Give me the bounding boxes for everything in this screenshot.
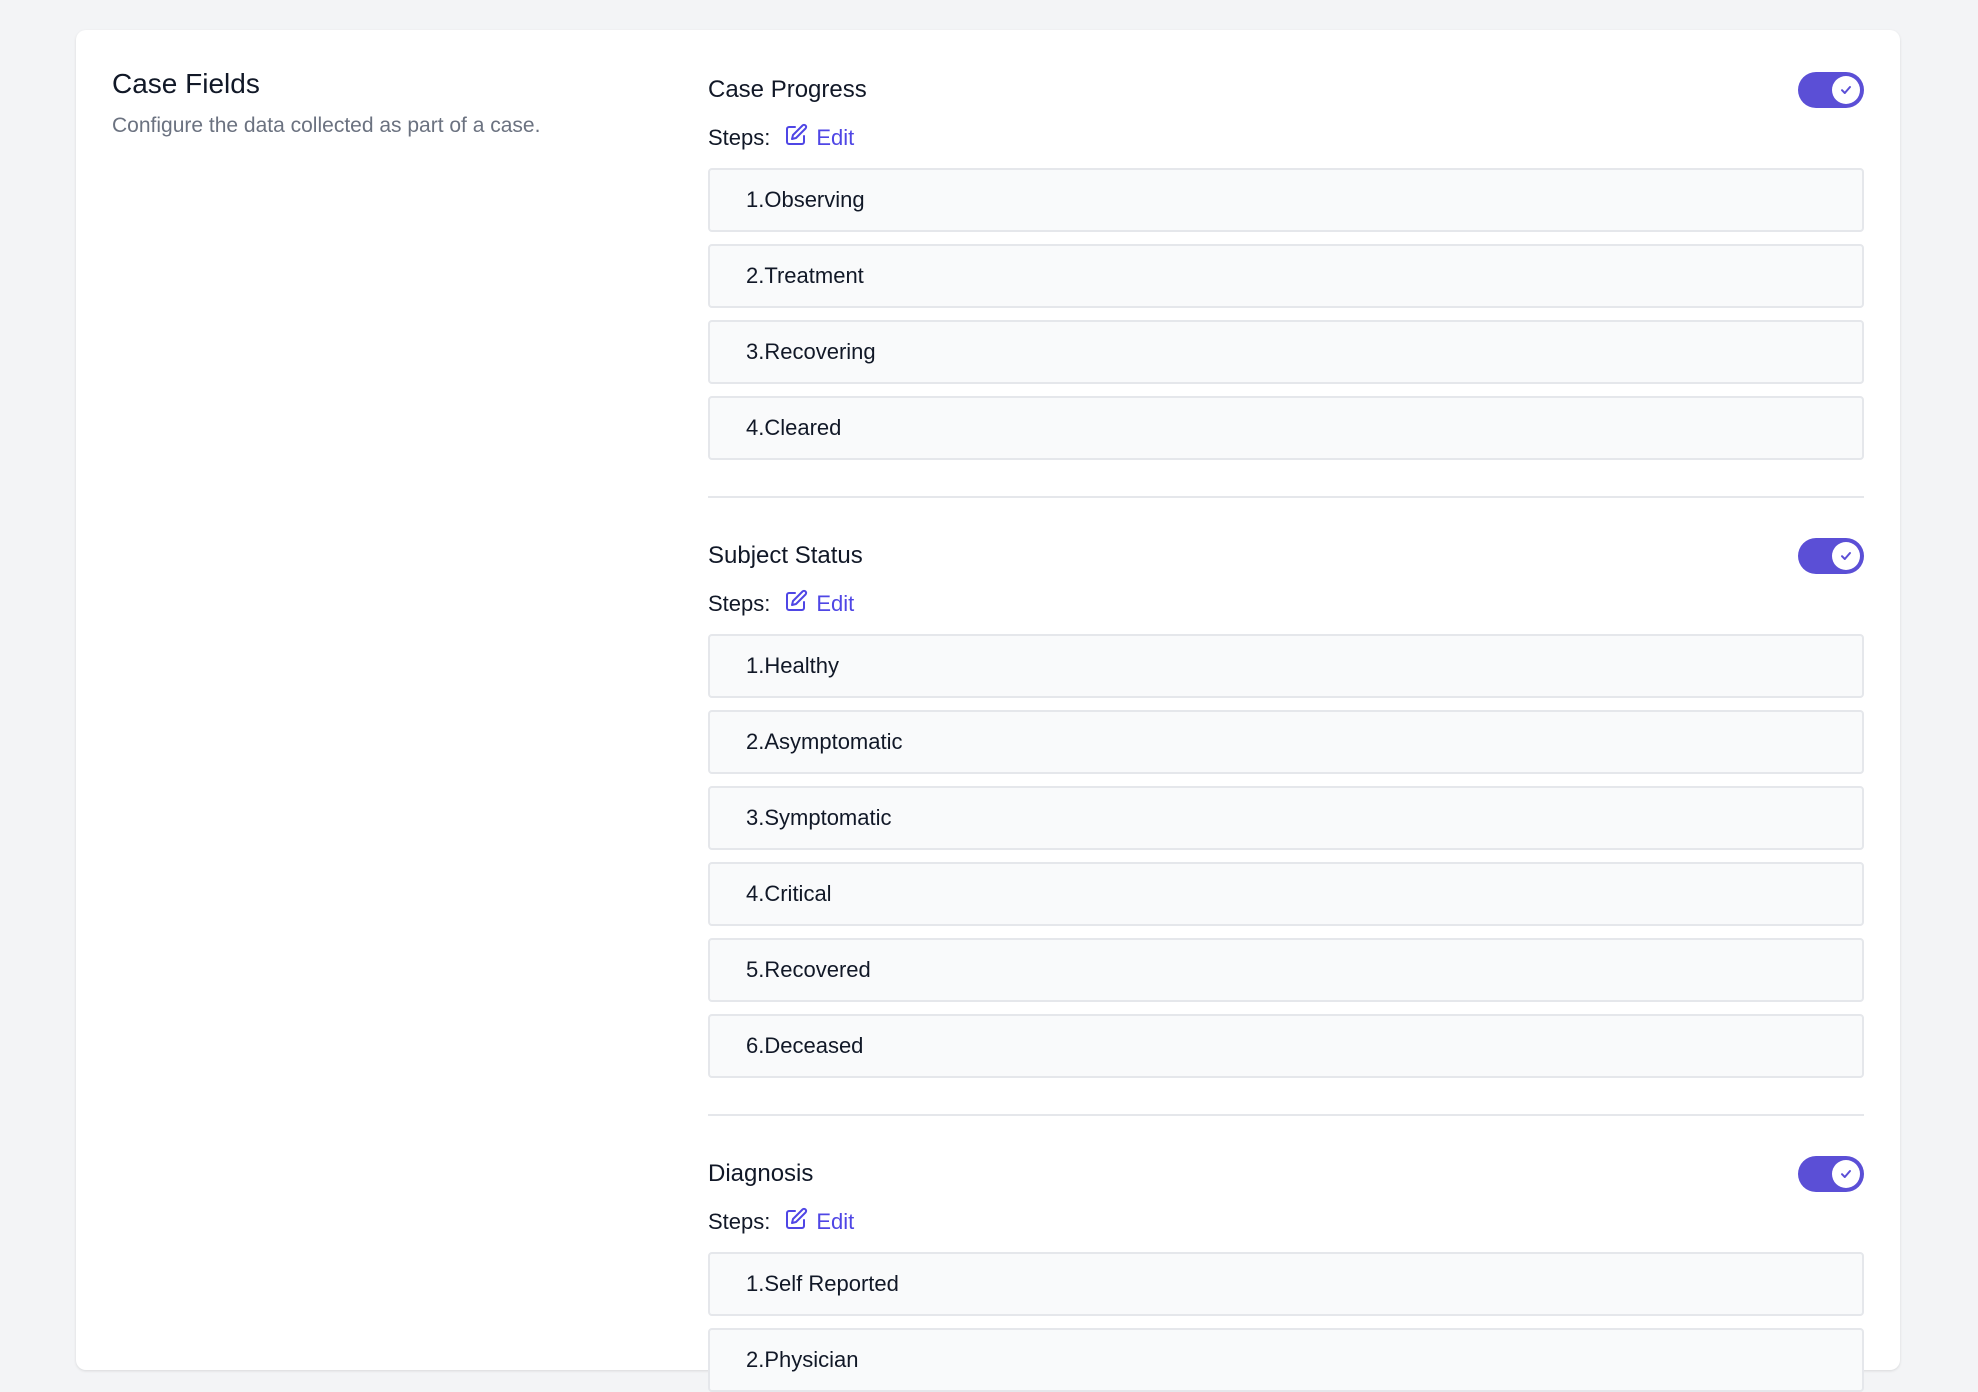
check-icon (1832, 542, 1860, 570)
step-list: 1.Healthy 2.Asymptomatic 3.Symptomatic 4… (708, 634, 1864, 1078)
step-item: 5.Recovered (708, 938, 1864, 1002)
section-diagnosis: Diagnosis Steps: Edit 1.Self Reported 2.… (708, 1114, 1864, 1392)
field-sections: Case Progress Steps: Edit 1.Observing 2.… (708, 68, 1864, 1392)
step-item: 2.Asymptomatic (708, 710, 1864, 774)
step-item: 4.Cleared (708, 396, 1864, 460)
steps-label: Steps: (708, 591, 771, 616)
check-icon (1832, 76, 1860, 104)
edit-steps-button[interactable]: Edit (784, 1207, 854, 1237)
step-item: 3.Symptomatic (708, 786, 1864, 850)
edit-icon (784, 589, 816, 619)
enable-toggle[interactable] (1798, 1156, 1864, 1192)
step-list: 1.Observing 2.Treatment 3.Recovering 4.C… (708, 168, 1864, 460)
section-title: Diagnosis (708, 1160, 814, 1187)
edit-label: Edit (816, 591, 855, 616)
case-fields-card: Case Fields Configure the data collected… (76, 30, 1900, 1392)
steps-label: Steps: (708, 125, 771, 150)
step-item: 3.Recovering (708, 320, 1864, 384)
section-title: Subject Status (708, 542, 863, 569)
panel-title: Case Fields (112, 68, 260, 99)
step-item: 6.Deceased (708, 1014, 1864, 1078)
step-item: 4.Critical (708, 862, 1864, 926)
step-item: 1.Healthy (708, 634, 1864, 698)
check-icon (1832, 1160, 1860, 1188)
edit-steps-button[interactable]: Edit (784, 123, 854, 153)
step-item: 2.Physician (708, 1328, 1864, 1392)
step-item: 1.Observing (708, 168, 1864, 232)
edit-icon (784, 1207, 816, 1237)
section-title: Case Progress (708, 76, 867, 103)
steps-label: Steps: (708, 1209, 771, 1234)
edit-steps-button[interactable]: Edit (784, 589, 854, 619)
enable-toggle[interactable] (1798, 72, 1864, 108)
step-item: 2.Treatment (708, 244, 1864, 308)
step-item: 1.Self Reported (708, 1252, 1864, 1316)
step-list: 1.Self Reported 2.Physician (708, 1252, 1864, 1392)
edit-label: Edit (816, 125, 855, 150)
section-subject-status: Subject Status Steps: Edit 1.Healthy 2.A… (708, 496, 1864, 1078)
panel-description: Case Fields Configure the data collected… (112, 66, 632, 140)
panel-subtitle: Configure the data collected as part of … (112, 114, 541, 137)
edit-icon (784, 123, 816, 153)
edit-label: Edit (816, 1209, 855, 1234)
enable-toggle[interactable] (1798, 538, 1864, 574)
section-case-progress: Case Progress Steps: Edit 1.Observing 2.… (708, 68, 1864, 460)
